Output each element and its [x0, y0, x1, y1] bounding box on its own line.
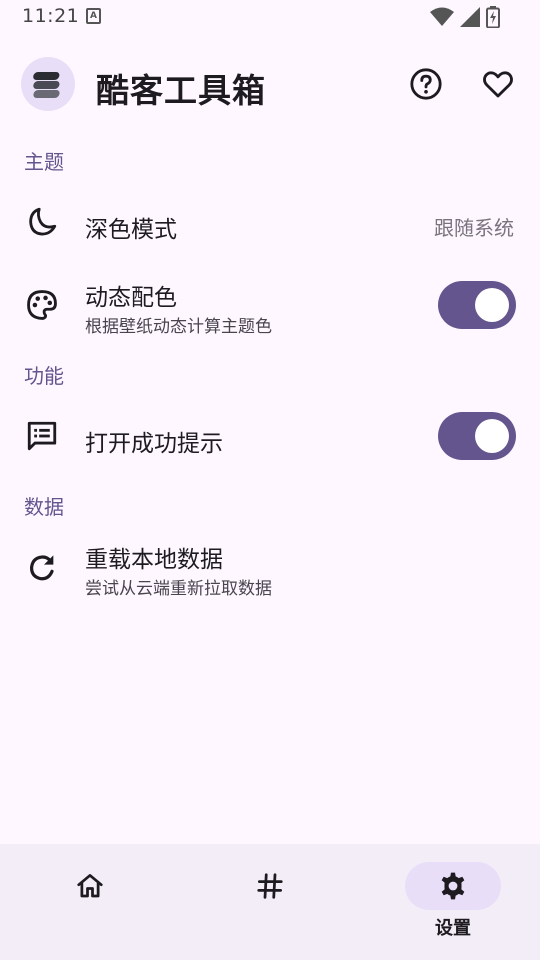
- success-tip-label: 打开成功提示: [85, 431, 223, 457]
- section-title-data: 数据: [24, 495, 64, 519]
- bottom-navigation: 设置: [0, 844, 540, 960]
- reload-data-row[interactable]: 重载本地数据 尝试从云端重新拉取数据: [0, 534, 540, 604]
- wifi-icon: [430, 7, 454, 26]
- nav-item-home[interactable]: [0, 844, 180, 960]
- nav-settings-label: 设置: [435, 918, 471, 939]
- nav-item-tags[interactable]: [180, 844, 360, 960]
- reload-data-label: 重载本地数据: [85, 547, 223, 573]
- success-tip-row[interactable]: 打开成功提示: [0, 404, 540, 470]
- nav-item-settings[interactable]: 设置: [363, 844, 540, 960]
- favorite-button[interactable]: [478, 64, 518, 104]
- dynamic-color-row[interactable]: 动态配色 根据壁纸动态计算主题色: [0, 272, 540, 344]
- home-icon: [77, 874, 103, 898]
- dynamic-color-switch[interactable]: [438, 281, 516, 329]
- dynamic-color-subtitle: 根据壁纸动态计算主题色: [85, 317, 272, 337]
- dark-mode-label: 深色模式: [85, 217, 177, 243]
- status-time: 11:21: [22, 5, 80, 27]
- nav-tags-indicator: [222, 862, 318, 910]
- heart-icon: [483, 71, 513, 98]
- nav-home-indicator: [42, 862, 138, 910]
- signal-icon: [460, 7, 480, 27]
- dark-mode-value: 跟随系统: [434, 216, 514, 240]
- moon-icon: [24, 204, 60, 240]
- gear-icon: [441, 872, 465, 900]
- dark-mode-row[interactable]: 深色模式 跟随系统: [0, 190, 540, 256]
- switch-thumb: [475, 419, 509, 453]
- page-title: 酷客工具箱: [96, 71, 266, 110]
- help-button[interactable]: [406, 64, 446, 104]
- section-title-features: 功能: [24, 364, 64, 388]
- nav-settings-indicator: [405, 862, 501, 910]
- status-bar: 11:21 A: [0, 0, 540, 34]
- switch-thumb: [475, 288, 509, 322]
- help-circle-icon: [410, 68, 442, 100]
- message-lines-icon: [24, 418, 60, 454]
- section-title-theme: 主题: [24, 150, 64, 174]
- hash-icon: [257, 873, 283, 899]
- a-icon: A: [86, 8, 101, 24]
- refresh-icon: [24, 550, 60, 586]
- dynamic-color-label: 动态配色: [85, 285, 177, 311]
- reload-data-subtitle: 尝试从云端重新拉取数据: [85, 579, 272, 599]
- stack-layers-icon: [21, 57, 75, 111]
- app-header: 酷客工具箱: [0, 50, 540, 120]
- status-icons: [430, 6, 500, 28]
- success-tip-switch[interactable]: [438, 412, 516, 460]
- battery-charging-icon: [486, 6, 500, 28]
- palette-icon: [24, 287, 60, 323]
